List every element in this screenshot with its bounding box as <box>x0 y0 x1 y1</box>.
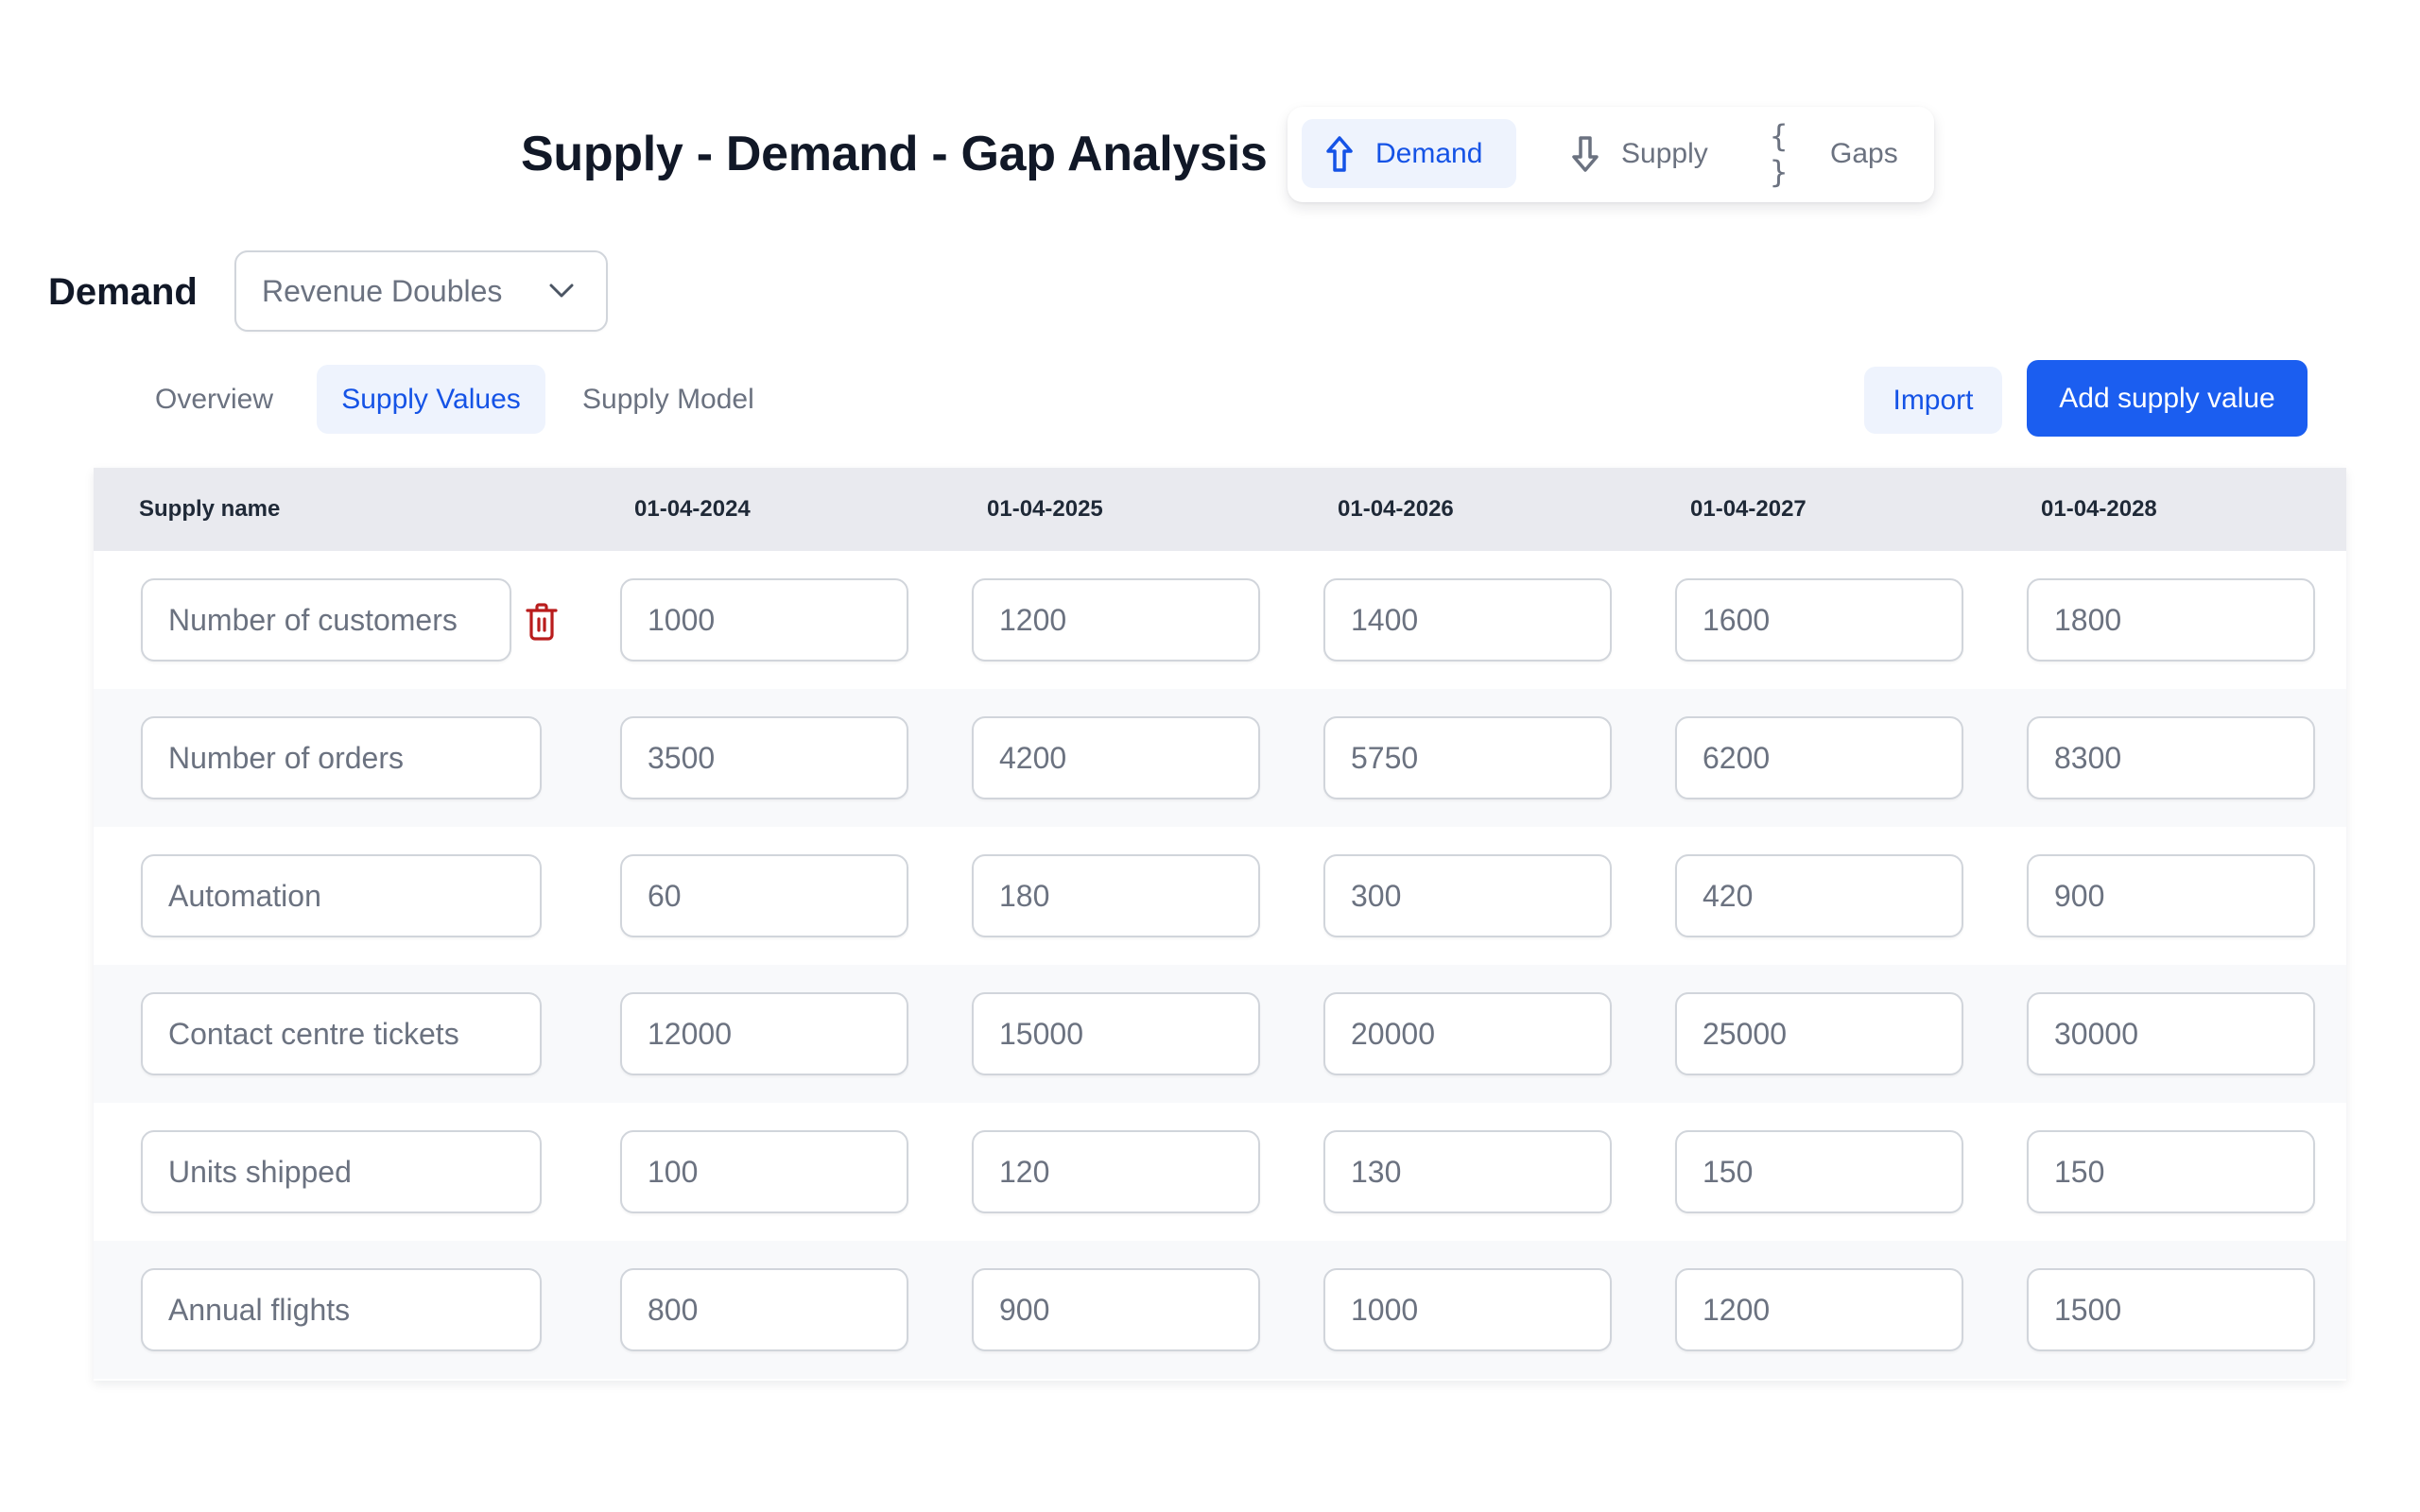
import-button[interactable]: Import <box>1864 367 2002 434</box>
tab-overview[interactable]: Overview <box>132 365 296 434</box>
supply-value-input[interactable] <box>972 992 1260 1075</box>
table-row <box>94 551 2346 689</box>
table-row <box>94 1103 2346 1241</box>
supply-value-input[interactable] <box>620 716 908 799</box>
supply-name-input[interactable] <box>141 1268 542 1351</box>
trash-icon[interactable] <box>525 603 559 641</box>
add-supply-value-button[interactable]: Add supply value <box>2027 360 2308 437</box>
page-title: Supply - Demand - Gap Analysis <box>521 127 1268 181</box>
dropdown-selected-value: Revenue Doubles <box>262 273 503 308</box>
supply-value-input[interactable] <box>972 716 1260 799</box>
supply-name-input[interactable] <box>141 854 542 937</box>
supply-value-input[interactable] <box>972 1268 1260 1351</box>
supply-value-input[interactable] <box>2027 854 2315 937</box>
supply-value-input[interactable] <box>1675 854 1963 937</box>
mode-supply-label: Supply <box>1621 137 1708 169</box>
supply-value-input[interactable] <box>2027 992 2315 1075</box>
supply-value-input[interactable] <box>2027 578 2315 662</box>
supply-value-input[interactable] <box>620 1268 908 1351</box>
supply-value-input[interactable] <box>620 1130 908 1213</box>
supply-value-input[interactable] <box>1323 716 1612 799</box>
demand-scenario-dropdown[interactable]: Revenue Doubles <box>234 250 608 332</box>
supply-value-input[interactable] <box>2027 1268 2315 1351</box>
mode-demand-button[interactable]: Demand <box>1302 119 1516 188</box>
supply-value-input[interactable] <box>620 992 908 1075</box>
supply-value-input[interactable] <box>1675 578 1963 662</box>
mode-supply-button[interactable]: Supply <box>1547 119 1708 188</box>
arrow-down-outline-icon <box>1566 135 1604 173</box>
supply-value-input[interactable] <box>2027 1130 2315 1213</box>
arrow-up-outline-icon <box>1321 135 1358 173</box>
table-row <box>94 965 2346 1103</box>
supply-value-input[interactable] <box>972 854 1260 937</box>
supply-value-input[interactable] <box>972 578 1260 662</box>
table-row <box>94 689 2346 827</box>
supply-value-input[interactable] <box>1323 1130 1612 1213</box>
supply-value-input[interactable] <box>1675 1130 1963 1213</box>
column-header-date: 01-04-2028 <box>2041 496 2157 522</box>
braces-icon: { } <box>1770 117 1794 190</box>
table-header: Supply name 01-04-2024 01-04-2025 01-04-… <box>94 468 2346 551</box>
supply-name-input[interactable] <box>141 716 542 799</box>
supply-value-input[interactable] <box>1675 992 1963 1075</box>
supply-value-input[interactable] <box>620 854 908 937</box>
tab-supply-values[interactable]: Supply Values <box>317 365 545 434</box>
mode-demand-label: Demand <box>1375 137 1483 169</box>
supply-value-input[interactable] <box>1675 716 1963 799</box>
column-header-supply-name: Supply name <box>139 496 281 522</box>
demand-label: Demand <box>48 271 198 313</box>
supply-value-input[interactable] <box>620 578 908 662</box>
supply-value-input[interactable] <box>2027 716 2315 799</box>
supply-values-table: Supply name 01-04-2024 01-04-2025 01-04-… <box>94 468 2346 1381</box>
supply-value-input[interactable] <box>1323 854 1612 937</box>
supply-value-input[interactable] <box>1323 992 1612 1075</box>
supply-value-input[interactable] <box>972 1130 1260 1213</box>
mode-gaps-label: Gaps <box>1830 137 1898 169</box>
table-row <box>94 827 2346 965</box>
column-header-date: 01-04-2025 <box>987 496 1103 522</box>
table-row <box>94 1241 2346 1379</box>
supply-name-input[interactable] <box>141 578 511 662</box>
supply-value-input[interactable] <box>1323 1268 1612 1351</box>
mode-switch: Demand Supply { } Gaps <box>1288 107 1934 202</box>
supply-name-input[interactable] <box>141 992 542 1075</box>
supply-name-input[interactable] <box>141 1130 542 1213</box>
mode-gaps-button[interactable]: { } Gaps <box>1751 117 1921 190</box>
column-header-date: 01-04-2027 <box>1690 496 1806 522</box>
column-header-date: 01-04-2026 <box>1338 496 1454 522</box>
chevron-down-icon <box>547 277 576 305</box>
tab-supply-model[interactable]: Supply Model <box>560 365 777 434</box>
column-header-date: 01-04-2024 <box>634 496 751 522</box>
supply-value-input[interactable] <box>1675 1268 1963 1351</box>
supply-value-input[interactable] <box>1323 578 1612 662</box>
